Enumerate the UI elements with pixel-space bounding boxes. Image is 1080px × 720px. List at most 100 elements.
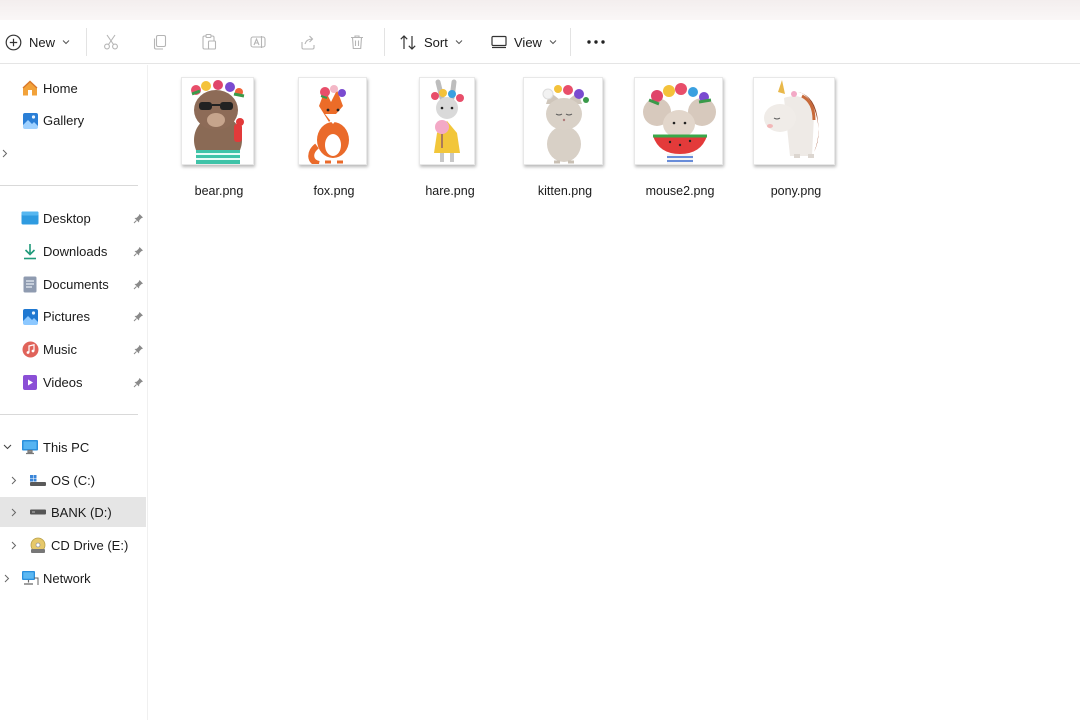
downloads-icon: [21, 242, 39, 260]
file-thumbnail: [523, 77, 603, 165]
sidebar-item-label: Videos: [43, 374, 83, 390]
file-name: pony.png: [770, 184, 822, 198]
file-name: bear.png: [194, 184, 244, 198]
sidebar-item-label: Network: [43, 570, 91, 586]
cd-drive-icon: [29, 536, 47, 554]
sidebar-item-label: Home: [43, 80, 78, 96]
sidebar-item-label: Documents: [43, 276, 109, 292]
chevron-down-icon: [455, 40, 463, 45]
sidebar-item-bank-drive[interactable]: BANK (D:): [0, 497, 146, 527]
sidebar-divider: [0, 414, 138, 415]
rename-button[interactable]: [246, 30, 270, 54]
pin-icon[interactable]: [132, 212, 144, 224]
file-item[interactable]: hare.png: [400, 77, 500, 207]
share-button[interactable]: [296, 30, 320, 54]
new-label: New: [29, 34, 56, 50]
pin-icon[interactable]: [132, 278, 144, 290]
file-name: mouse2.png: [645, 184, 715, 198]
file-thumbnail: [298, 77, 367, 165]
toolbar-divider: [570, 28, 571, 56]
sidebar-divider: [0, 185, 138, 186]
sidebar-item-pictures[interactable]: Pictures: [0, 301, 146, 331]
file-item[interactable]: mouse2.png: [630, 77, 730, 207]
sidebar-item-documents[interactable]: Documents: [0, 269, 146, 299]
chevron-down-icon: [62, 40, 70, 45]
sidebar-item-label: This PC: [43, 439, 90, 455]
music-icon: [21, 340, 39, 358]
sidebar-item-home[interactable]: Home: [0, 73, 146, 103]
chevron-right-icon[interactable]: [2, 573, 12, 583]
sidebar-item-downloads[interactable]: Downloads: [0, 236, 146, 266]
computer-icon: [21, 438, 39, 456]
sidebar-item-network[interactable]: Network: [0, 563, 146, 593]
sidebar-item-videos[interactable]: Videos: [0, 367, 146, 397]
home-icon: [21, 79, 39, 97]
more-options-button[interactable]: [584, 30, 608, 54]
copy-button[interactable]: [148, 30, 172, 54]
pin-icon[interactable]: [132, 376, 144, 388]
sidebar-item-this-pc[interactable]: This PC: [0, 432, 146, 462]
sidebar-item-music[interactable]: Music: [0, 334, 146, 364]
copy-icon: [153, 34, 167, 50]
delete-button[interactable]: [345, 30, 369, 54]
file-name: kitten.png: [537, 184, 593, 198]
sidebar-item-label: Gallery: [43, 112, 85, 128]
file-item[interactable]: bear.png: [169, 77, 269, 207]
pin-icon[interactable]: [132, 343, 144, 355]
file-thumbnail: [753, 77, 835, 165]
videos-icon: [21, 373, 39, 391]
chevron-right-icon[interactable]: [9, 540, 19, 550]
sort-button[interactable]: Sort: [399, 20, 463, 64]
gallery-icon: [21, 111, 39, 129]
os-drive-icon: [29, 471, 47, 489]
sidebar-item-label: BANK (D:): [51, 504, 112, 520]
file-item[interactable]: kitten.png: [515, 77, 615, 207]
cut-icon: [104, 34, 118, 50]
chevron-right-icon: [0, 148, 10, 158]
sidebar-item-os-drive[interactable]: OS (C:): [0, 465, 146, 495]
pin-icon[interactable]: [132, 310, 144, 322]
desktop-folder-icon: [21, 209, 39, 227]
file-thumbnail: [419, 77, 475, 165]
plus-circle-icon: [5, 34, 22, 50]
sidebar-item-label: Music: [43, 341, 77, 357]
new-button[interactable]: New: [5, 20, 70, 64]
sidebar-item-desktop[interactable]: Desktop: [0, 203, 146, 233]
sidebar-item-gallery[interactable]: Gallery: [0, 105, 146, 135]
paste-button[interactable]: [197, 30, 221, 54]
sort-label: Sort: [424, 34, 448, 50]
expand-toggle[interactable]: [0, 138, 20, 168]
title-bar-strip: [0, 0, 1080, 20]
file-name: fox.png: [313, 184, 355, 198]
sort-icon: [400, 34, 416, 50]
toolbar-divider: [384, 28, 385, 56]
sidebar-item-label: Pictures: [43, 308, 90, 324]
chevron-right-icon[interactable]: [9, 507, 19, 517]
drive-icon: [29, 503, 47, 521]
sidebar-item-label: Downloads: [43, 243, 108, 259]
sidebar-item-cd-drive[interactable]: CD Drive (E:): [0, 530, 146, 560]
sidebar-item-label: CD Drive (E:): [51, 537, 129, 553]
toolbar-divider: [86, 28, 87, 56]
paste-icon: [202, 33, 217, 50]
sidebar-item-label: Desktop: [43, 210, 91, 226]
pin-icon[interactable]: [132, 245, 144, 257]
network-icon: [21, 569, 39, 587]
chevron-down-icon: [549, 40, 557, 45]
sidebar-item-label: OS (C:): [51, 472, 96, 488]
delete-icon: [351, 35, 363, 50]
documents-icon: [21, 275, 39, 293]
cut-button[interactable]: [99, 30, 123, 54]
view-button[interactable]: View: [491, 20, 557, 64]
more-icon: [587, 40, 605, 44]
file-thumbnail: [181, 77, 254, 165]
pictures-icon: [21, 307, 39, 325]
command-bar: New Sort View: [0, 20, 1080, 64]
file-item[interactable]: fox.png: [284, 77, 384, 207]
chevron-down-icon[interactable]: [2, 442, 12, 452]
navigation-pane: Home Gallery Desktop Downloads Documents: [0, 65, 148, 720]
view-label: View: [514, 34, 542, 50]
file-item[interactable]: pony.png: [746, 77, 846, 207]
chevron-right-icon[interactable]: [9, 475, 19, 485]
rename-icon: [250, 36, 266, 48]
